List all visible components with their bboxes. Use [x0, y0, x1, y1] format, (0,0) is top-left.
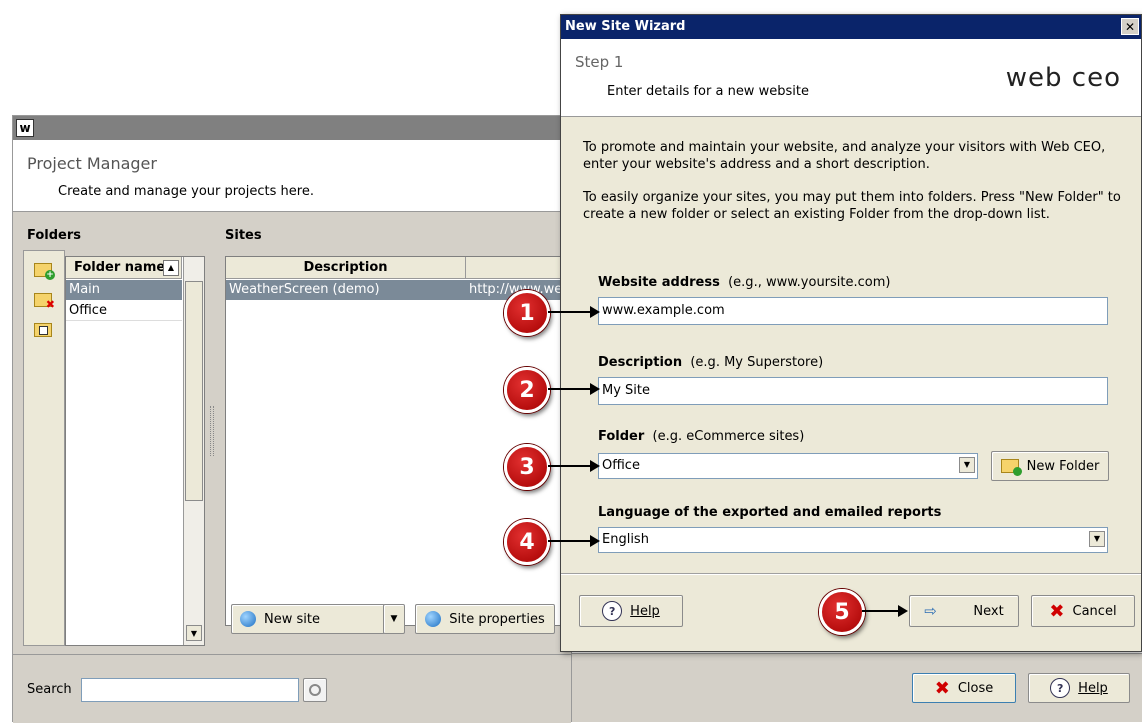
intro-paragraph-2: To easily organize your sites, you may p… — [583, 190, 1121, 222]
help-icon: ? — [602, 601, 623, 621]
website-address-input[interactable]: www.example.com — [598, 297, 1108, 325]
cancel-button[interactable]: ✖ Cancel — [1031, 595, 1135, 627]
dropdown-arrow-icon[interactable]: ▼ — [1089, 531, 1105, 547]
url-column-header[interactable] — [466, 257, 574, 279]
intro-paragraph-1: To promote and maintain your website, an… — [583, 140, 1106, 172]
callout-4-arrow — [548, 535, 600, 547]
callout-3: 3 — [504, 444, 550, 490]
folder-label: Folder (e.g. eCommerce sites) — [598, 429, 805, 444]
wizard-step-title: Step 1 — [575, 53, 624, 71]
wizard-step-description: Enter details for a new website — [607, 84, 809, 99]
folders-list: Folder name ▲ Main Office ▼ — [65, 256, 205, 646]
callout-2: 2 — [504, 367, 550, 413]
wizard-titlebar: New Site Wizard ✕ — [561, 15, 1141, 39]
add-folder-icon[interactable]: + — [34, 263, 55, 280]
delete-folder-icon[interactable]: ✖ — [34, 293, 55, 310]
app-logo-icon: w — [16, 119, 34, 137]
close-button[interactable]: ✖ Close — [912, 673, 1016, 703]
pm-titlebar: w — [13, 116, 571, 140]
web-ceo-logo: web ceo — [1005, 63, 1121, 93]
sites-header: Sites — [225, 228, 262, 243]
callout-4: 4 — [504, 519, 550, 565]
new-site-button[interactable]: New site — [231, 604, 385, 634]
page-subtitle: Create and manage your projects here. — [58, 184, 314, 199]
close-x-icon: ✖ — [934, 677, 950, 699]
page-title: Project Manager — [27, 154, 157, 173]
wizard-divider — [561, 573, 1141, 575]
new-site-wizard-dialog: New Site Wizard ✕ Step 1 Enter details f… — [560, 14, 1142, 652]
new-site-dropdown-button[interactable]: ▼ — [383, 604, 405, 634]
site-properties-button[interactable]: Site properties — [415, 604, 555, 634]
folder-name-column-header[interactable]: Folder name ▲ — [66, 257, 182, 279]
cancel-x-icon: ✖ — [1049, 600, 1065, 622]
language-select[interactable]: English ▼ — [598, 527, 1108, 553]
description-input[interactable]: My Site — [598, 377, 1108, 405]
pane-splitter[interactable] — [210, 406, 214, 456]
description-column-header[interactable]: Description — [226, 257, 466, 279]
arrow-right-icon: ⇨ — [924, 602, 937, 620]
website-address-label: Website address (e.g., www.yoursite.com) — [598, 275, 891, 290]
pm-help-button[interactable]: ? Help — [1028, 673, 1130, 703]
search-button[interactable] — [303, 678, 327, 702]
folder-select[interactable]: Office ▼ — [598, 453, 978, 479]
scroll-down-icon[interactable]: ▼ — [186, 625, 202, 641]
globe-properties-icon — [425, 611, 442, 627]
callout-3-arrow — [548, 460, 600, 472]
sort-ascending-icon: ▲ — [163, 260, 179, 276]
callout-1: 1 — [504, 290, 550, 336]
search-input[interactable] — [81, 678, 299, 702]
folders-header: Folders — [27, 228, 82, 243]
callout-5-arrow — [862, 605, 908, 617]
language-label: Language of the exported and emailed rep… — [598, 505, 942, 520]
magnifier-icon — [309, 684, 321, 696]
wizard-help-button[interactable]: ? Help — [579, 595, 683, 627]
search-label: Search — [27, 682, 72, 697]
folders-scroll-thumb[interactable] — [185, 281, 203, 501]
folder-properties-icon[interactable] — [34, 323, 52, 337]
wizard-header: Step 1 Enter details for a new website w… — [561, 39, 1141, 117]
site-description: WeatherScreen (demo) — [229, 282, 380, 297]
dropdown-arrow-icon[interactable]: ▼ — [959, 457, 975, 473]
help-icon: ? — [1050, 678, 1071, 698]
folders-toolbar: + ✖ — [23, 250, 65, 646]
next-button[interactable]: ⇨ Next — [909, 595, 1019, 627]
chevron-down-icon: ▼ — [390, 614, 398, 624]
project-manager-window: w Project Manager Create and manage your… — [12, 115, 574, 723]
globe-add-icon — [240, 611, 256, 627]
callout-2-arrow — [548, 383, 600, 395]
callout-1-arrow — [548, 306, 600, 318]
close-icon[interactable]: ✕ — [1121, 18, 1139, 35]
wizard-title: New Site Wizard — [565, 19, 686, 34]
folder-row-main[interactable]: Main — [66, 280, 182, 300]
description-label: Description (e.g. My Superstore) — [598, 355, 824, 370]
pm-header: Project Manager Create and manage your p… — [13, 140, 571, 212]
callout-5: 5 — [819, 589, 865, 635]
new-folder-icon — [1000, 459, 1022, 476]
folder-row-office[interactable]: Office — [66, 301, 182, 321]
folders-scrollbar[interactable]: ▼ — [183, 257, 204, 645]
new-folder-button[interactable]: New Folder — [991, 451, 1109, 481]
